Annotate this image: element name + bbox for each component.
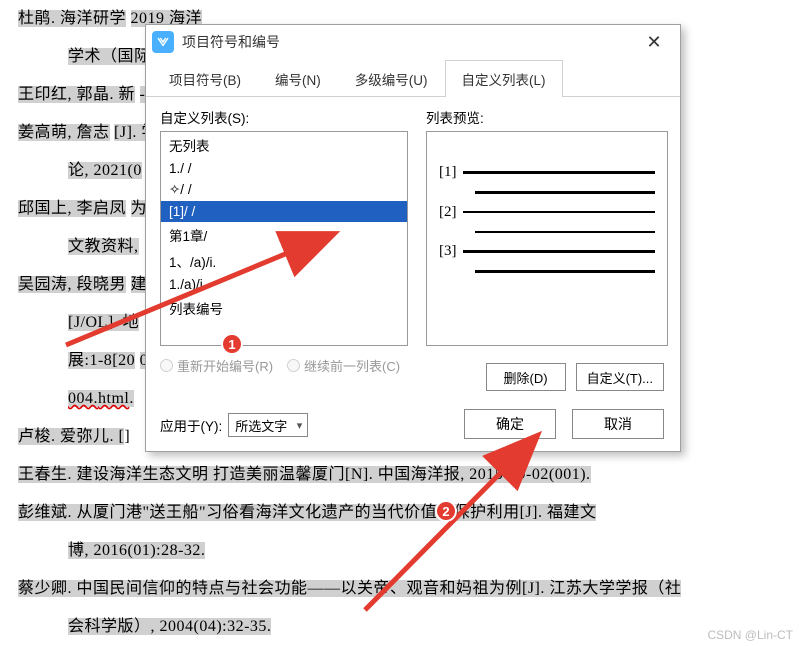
close-icon[interactable]: ✕ — [634, 27, 674, 57]
tab-0[interactable]: 项目符号(B) — [152, 60, 258, 97]
list-item[interactable]: ✧/ / — [161, 179, 407, 201]
list-item[interactable]: 1./a)/i. — [161, 274, 407, 295]
preview-label: 列表预览: — [426, 107, 668, 127]
restart-radio-input — [160, 359, 173, 372]
list-item[interactable]: 1./ / — [161, 158, 407, 179]
delete-button[interactable]: 删除(D) — [486, 363, 566, 391]
list-item[interactable]: 第1章/ — [161, 222, 407, 248]
continue-numbering-radio: 继续前一列表(C) — [287, 356, 400, 375]
custom-list-label: 自定义列表(S): — [160, 107, 408, 127]
dialog-title: 项目符号和编号 — [182, 32, 634, 52]
list-item[interactable]: 无列表 — [161, 132, 407, 158]
tab-1[interactable]: 编号(N) — [258, 60, 338, 97]
app-icon — [152, 31, 174, 53]
tab-strip: 项目符号(B)编号(N)多级编号(U)自定义列表(L) — [146, 59, 680, 97]
list-item[interactable]: 1、/a)/i. — [161, 248, 407, 274]
list-preview: [1][2][3] — [426, 131, 668, 346]
cancel-button[interactable]: 取消 — [572, 409, 664, 439]
ok-button[interactable]: 确定 — [464, 409, 556, 439]
bg-line: 会科学版）, 2004(04):32-35. — [18, 608, 782, 646]
list-item[interactable]: 列表编号 — [161, 295, 407, 321]
restart-numbering-radio: 重新开始编号(R) — [160, 356, 273, 375]
apply-to-label: 应用于(Y): — [160, 415, 222, 435]
tab-3[interactable]: 自定义列表(L) — [445, 60, 563, 97]
bullets-numbering-dialog: 项目符号和编号 ✕ 项目符号(B)编号(N)多级编号(U)自定义列表(L) 自定… — [145, 24, 681, 452]
bg-line: 王春生. 建设海洋生态文明 打造美丽温馨厦门[N]. 中国海洋报, 2015-0… — [18, 456, 782, 494]
apply-to-select[interactable]: 所选文字 — [228, 413, 308, 437]
titlebar: 项目符号和编号 ✕ — [146, 25, 680, 59]
bg-line: 蔡少卿. 中国民间信仰的特点与社会功能——以关帝、观音和妈祖为例[J]. 江苏大… — [18, 570, 782, 608]
bg-line: 彭维斌. 从厦门港"送王船"习俗看海洋文化遗产的当代价值与保护利用[J]. 福建… — [18, 494, 782, 532]
continue-radio-input — [287, 359, 300, 372]
tab-2[interactable]: 多级编号(U) — [338, 60, 445, 97]
bg-line: 博, 2016(01):28-32. — [18, 532, 782, 570]
list-item[interactable]: [1]/ / — [161, 201, 407, 222]
watermark: CSDN @Lin-CT — [707, 628, 793, 642]
custom-list-listbox[interactable]: 无列表1./ /✧/ /[1]/ /第1章/1、/a)/i.1./a)/i.列表… — [160, 131, 408, 346]
custom-button[interactable]: 自定义(T)... — [576, 363, 664, 391]
